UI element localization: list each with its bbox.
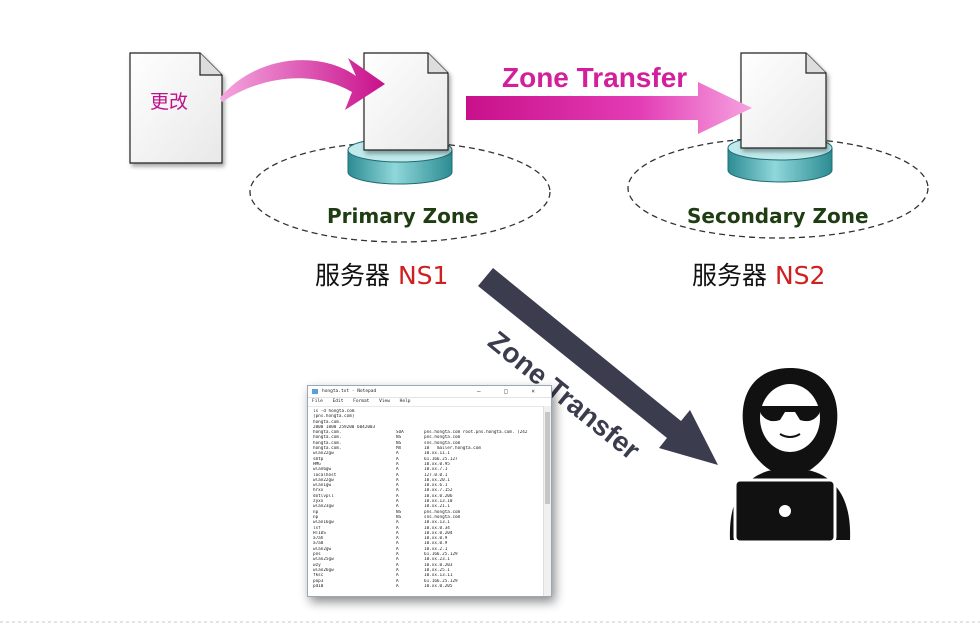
primary-zone-label: Primary Zone bbox=[327, 204, 479, 228]
record-value: 61.166.25.127 bbox=[424, 456, 458, 462]
record-type: A bbox=[396, 583, 399, 589]
window-controls[interactable]: – □ × bbox=[477, 386, 545, 397]
primary-server-label: 服务器 NS1 bbox=[315, 256, 448, 292]
notepad-window: hongta.txt - Notepad – □ × File Edit For… bbox=[307, 385, 552, 597]
record-value: 10.xx.11.1 bbox=[424, 451, 450, 457]
menu-edit[interactable]: Edit bbox=[333, 399, 344, 404]
notepad-icon bbox=[312, 389, 318, 394]
record-value: 10.xx.6.1 bbox=[424, 483, 448, 489]
record-value: sns.hongta.com bbox=[424, 514, 461, 520]
record-value: 10.xx.0.34 bbox=[424, 525, 450, 531]
notepad-titlebar: hongta.txt - Notepad – □ × bbox=[308, 386, 551, 398]
zone-transfer-label: Zone Transfer bbox=[502, 62, 688, 93]
dns-record-line: pd10 A 10.xx.0.205 bbox=[313, 584, 541, 589]
record-value: 10.xx.7.152 bbox=[424, 488, 453, 494]
record-value: 10.xx.0.9 bbox=[424, 536, 448, 542]
change-curve-arrow bbox=[220, 58, 385, 110]
notepad-text-area[interactable]: ls -d hongta.com [pns.hongta.com] hongta… bbox=[308, 407, 551, 589]
record-value: 10.xx.21.1 bbox=[424, 504, 450, 510]
server-prefix: 服务器 bbox=[315, 261, 391, 290]
record-value: 10.xx.0.206 bbox=[424, 493, 453, 499]
record-value: 10.xx.23.1 bbox=[424, 557, 450, 563]
record-value: 61.166.25.129 bbox=[424, 552, 458, 558]
secondary-zone-label: Secondary Zone bbox=[687, 204, 869, 228]
record-value: pns.hongta.com root.pns.hongta.com. (242 bbox=[424, 430, 528, 436]
record-value: 10.xx.7.1 bbox=[424, 467, 448, 473]
server-name-ns2: NS2 bbox=[774, 261, 826, 290]
record-value: 10.xx.0.203 bbox=[424, 562, 453, 568]
record-value: 10.xx.13.1 bbox=[424, 520, 450, 526]
record-value: pns.hongta.com bbox=[424, 435, 461, 441]
record-value: pns.hongta.com bbox=[424, 509, 461, 515]
record-value: 10.xx.20.1 bbox=[424, 477, 450, 483]
menu-help[interactable]: Help bbox=[400, 399, 411, 404]
record-value: 10.xx.0.204 bbox=[424, 530, 453, 536]
record-value: 10.xx.25.1 bbox=[424, 567, 450, 573]
notepad-menubar: File Edit Format View Help bbox=[308, 398, 551, 407]
menu-view[interactable]: View bbox=[379, 399, 390, 404]
record-value: 10.xx.0.205 bbox=[424, 583, 453, 589]
menu-file[interactable]: File bbox=[312, 399, 323, 404]
record-name: pd10 bbox=[313, 583, 324, 589]
record-value: sns.hongta.com bbox=[424, 440, 461, 446]
notepad-title: hongta.txt - Notepad bbox=[322, 389, 377, 394]
record-value: 10.xx.13.11 bbox=[424, 573, 453, 579]
record-value: 61.166.25.129 bbox=[424, 578, 458, 584]
scrollbar-thumb[interactable] bbox=[545, 412, 550, 504]
notepad-scrollbar[interactable] bbox=[543, 406, 551, 596]
primary-zone-file-icon bbox=[363, 52, 449, 151]
record-value: 127.0.0.1 bbox=[424, 472, 448, 478]
server-prefix: 服务器 bbox=[692, 261, 768, 290]
menu-format[interactable]: Format bbox=[353, 399, 369, 404]
record-value: 10.xx.0.95 bbox=[424, 461, 450, 467]
record-value: 10.xx.0.9 bbox=[424, 541, 448, 547]
secondary-server-label: 服务器 NS2 bbox=[692, 256, 825, 292]
record-value: 10.xx.13.10 bbox=[424, 499, 453, 505]
change-label: 更改 bbox=[150, 91, 189, 113]
server-name-ns1: NS1 bbox=[397, 261, 449, 290]
secondary-zone-file-icon bbox=[740, 52, 827, 149]
record-value: 10 mailer.hongta.com bbox=[424, 446, 481, 452]
hacker-icon bbox=[729, 368, 851, 544]
record-value: 10.xx.2.1 bbox=[424, 546, 448, 552]
